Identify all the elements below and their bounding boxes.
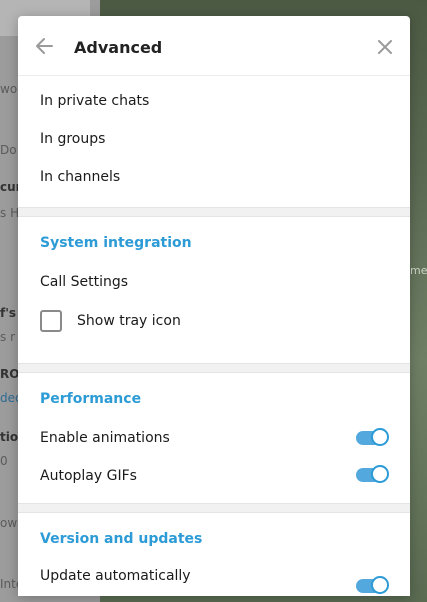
call-settings-button[interactable]: Call Settings <box>40 274 128 290</box>
auto-download-channels[interactable]: In channels <box>40 169 120 185</box>
background-text: me <box>410 264 427 277</box>
show-tray-icon-label[interactable]: Show tray icon <box>77 313 181 329</box>
background-text: s H <box>0 206 20 220</box>
arrow-left-icon <box>36 38 53 54</box>
section-title-version-updates: Version and updates <box>40 531 203 547</box>
update-automatically-label[interactable]: Update automatically <box>40 568 191 584</box>
toggle-knob <box>371 428 389 446</box>
auto-download-groups[interactable]: In groups <box>40 131 105 147</box>
section-divider <box>18 363 410 373</box>
background-text: ow <box>0 516 18 530</box>
section-title-performance: Performance <box>40 391 142 407</box>
update-automatically-toggle[interactable] <box>356 576 389 594</box>
auto-download-private-chats[interactable]: In private chats <box>40 93 149 109</box>
show-tray-icon-checkbox[interactable] <box>40 310 62 332</box>
background-text: RO <box>0 367 20 381</box>
section-divider <box>18 207 410 217</box>
background-text: s r <box>0 330 15 344</box>
background-text: Do <box>0 143 17 157</box>
autoplay-gifs-toggle[interactable] <box>356 465 389 483</box>
autoplay-gifs-label[interactable]: Autoplay GIFs <box>40 468 137 484</box>
background-text: f's <box>0 306 17 320</box>
dialog-header: Advanced <box>18 16 410 76</box>
toggle-knob <box>371 576 389 594</box>
section-title-system-integration: System integration <box>40 235 192 251</box>
background-text: 0 <box>0 454 8 468</box>
toggle-knob <box>371 465 389 483</box>
section-divider <box>18 503 410 513</box>
dialog-title: Advanced <box>74 38 163 57</box>
close-button[interactable] <box>374 36 396 58</box>
close-icon <box>378 40 392 54</box>
advanced-settings-dialog: Advanced In private chats In groups In c… <box>18 16 410 596</box>
enable-animations-toggle[interactable] <box>356 428 389 446</box>
enable-animations-label[interactable]: Enable animations <box>40 430 170 446</box>
back-button[interactable] <box>32 34 60 58</box>
